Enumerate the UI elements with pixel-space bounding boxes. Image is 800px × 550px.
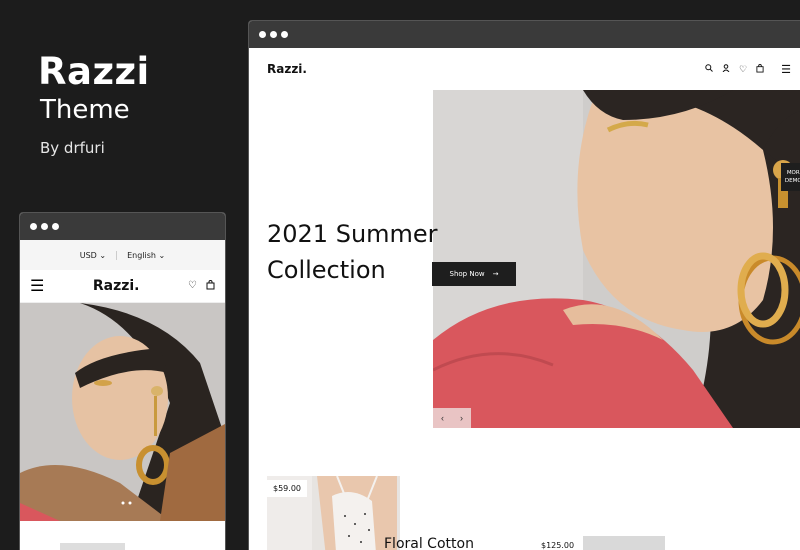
product-name[interactable]: Floral Cotton <box>384 536 474 550</box>
language-select[interactable]: English ⌄ <box>127 251 165 260</box>
promo-title: Razzi <box>38 50 150 93</box>
bag-icon[interactable] <box>206 279 215 293</box>
slider-arrows: ‹ › <box>433 408 471 428</box>
hero-section: 2021 Summer Collection Shop Now → MORE D… <box>249 90 800 430</box>
mobile-titlebar <box>20 213 225 240</box>
product-section: $59.00 Floral Cotton $125.00 <box>249 476 800 550</box>
hero-heading-line1: 2021 Summer <box>267 220 438 248</box>
heart-icon[interactable]: ♡ <box>188 280 197 293</box>
desktop-preview-window: Razzi. ♡ ☰ 2021 Summer Collection Shop N… <box>248 20 800 550</box>
product-price: $59.00 <box>267 480 307 497</box>
menu-icon[interactable]: ☰ <box>30 276 44 296</box>
user-icon[interactable] <box>722 64 730 74</box>
heart-icon[interactable]: ♡ <box>739 64 747 75</box>
currency-select[interactable]: USD ⌄ <box>80 251 106 260</box>
mobile-logo[interactable]: Razzi. <box>93 278 140 294</box>
menu-icon[interactable]: ☰ <box>781 63 791 76</box>
desktop-titlebar <box>249 21 800 48</box>
more-demos-button[interactable]: MORE DEMOS <box>781 163 800 191</box>
window-dot <box>52 223 59 230</box>
window-dot <box>30 223 37 230</box>
mobile-topbar: USD ⌄ English ⌄ <box>20 240 225 270</box>
product-thumbnail[interactable] <box>60 543 125 550</box>
hero-heading-line2: Collection <box>267 256 386 284</box>
product-image[interactable] <box>583 536 665 550</box>
mobile-preview-window: USD ⌄ English ⌄ ☰ Razzi. ♡ <box>19 212 226 550</box>
window-dot <box>259 31 266 38</box>
mobile-hero-image <box>20 303 225 521</box>
mobile-product-strip <box>20 521 225 550</box>
divider <box>116 250 118 260</box>
more-demos-line1: MORE <box>786 170 800 176</box>
window-dot <box>41 223 48 230</box>
desktop-header: Razzi. ♡ ☰ <box>249 48 800 90</box>
mobile-header: ☰ Razzi. ♡ <box>20 270 225 303</box>
prev-arrow-icon[interactable]: ‹ <box>441 413 444 423</box>
desktop-logo[interactable]: Razzi. <box>267 62 307 76</box>
window-dot <box>281 31 288 38</box>
hero-heading: 2021 Summer Collection <box>267 216 447 288</box>
next-arrow-icon[interactable]: › <box>460 413 463 423</box>
search-icon[interactable] <box>705 64 713 74</box>
shop-now-button[interactable]: Shop Now → <box>432 262 516 286</box>
promo-subtitle: Theme <box>40 95 130 125</box>
product-price: $125.00 <box>535 537 581 550</box>
hero-image <box>433 90 800 428</box>
more-demos-line2: DEMOS <box>784 178 800 184</box>
promo-author: By drfuri <box>40 139 105 157</box>
arrow-right-icon: → <box>492 270 499 278</box>
shop-now-label: Shop Now <box>449 270 485 278</box>
bag-icon[interactable] <box>756 63 764 75</box>
window-dot <box>270 31 277 38</box>
